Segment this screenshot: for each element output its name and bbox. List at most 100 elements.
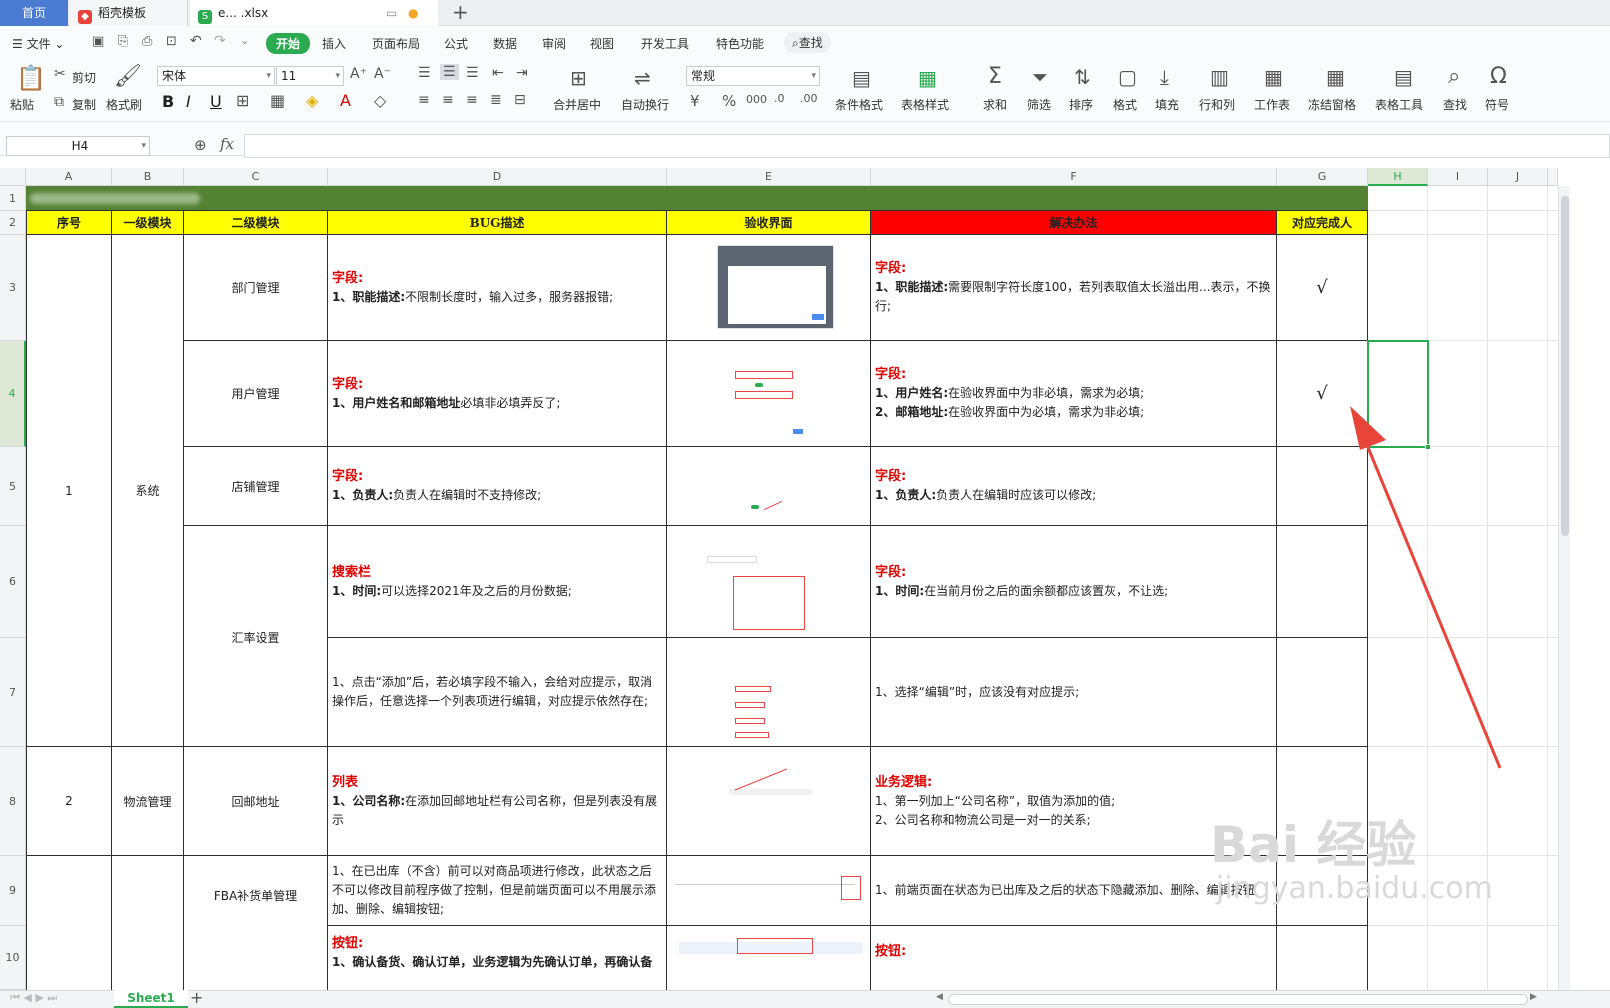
cell-f4[interactable]: 字段: 1、用户姓名:在验收界面中为非必填，需求为必填; 2、邮箱地址:在验收界… [871, 341, 1277, 447]
column-header-d[interactable]: D [328, 168, 667, 186]
sheet-tab-sheet1[interactable]: Sheet1 [114, 990, 188, 1008]
menu-start[interactable]: 开始 [266, 33, 311, 54]
cell-e7[interactable] [667, 638, 871, 747]
cell-e9[interactable] [667, 856, 871, 926]
sum-button[interactable]: 求和 [983, 96, 1007, 113]
table-tools-button[interactable]: 表格工具 [1375, 96, 1423, 113]
cell-c6[interactable]: 汇率设置 [184, 526, 328, 747]
screenshot-thumbnail[interactable] [679, 938, 863, 954]
cell-style-icon[interactable]: ▦ [270, 91, 285, 110]
new-tab-icon[interactable]: + [452, 0, 469, 24]
currency-icon[interactable]: ¥ [690, 92, 700, 110]
header-screenshot[interactable]: 验收界面 [667, 211, 871, 235]
menu-insert[interactable]: 插入 [322, 35, 346, 52]
cell-d7[interactable]: 1、点击“添加”后，若必填字段不输入，会给对应提示，取消操作后，任意选择一个列表… [328, 638, 667, 747]
tab-file[interactable]: Se... .xlsx ▭ ● [190, 0, 438, 26]
column-header-b[interactable]: B [112, 168, 184, 186]
font-size-select[interactable]: 11 ▾ [276, 66, 344, 86]
omega-symbol-icon[interactable]: Ω [1490, 64, 1507, 89]
header-owner[interactable]: 对应完成人 [1277, 211, 1368, 235]
menu-developer[interactable]: 开发工具 [641, 35, 689, 52]
cell-d6[interactable]: 搜索栏 1、时间:可以选择2021年及之后的月份数据; [328, 526, 667, 638]
cell-e10[interactable] [667, 926, 871, 990]
copy-icon[interactable]: ⧉ [54, 94, 64, 110]
row-header-4[interactable]: 4 [0, 341, 26, 447]
conditional-format-button[interactable]: 条件格式 [835, 96, 883, 113]
cell-g10[interactable] [1277, 926, 1368, 990]
tab-template[interactable]: ◆ 稻壳模板 [70, 0, 188, 26]
cell-f6[interactable]: 字段: 1、时间:在当前月份之后的面余额都应该置灰，不让选; [871, 526, 1277, 638]
row-header-6[interactable]: 6 [0, 526, 26, 638]
menu-view[interactable]: 视图 [590, 35, 614, 52]
row-header-3[interactable]: 3 [0, 235, 26, 341]
save-icon[interactable]: ▣ [92, 34, 104, 49]
menu-page-layout[interactable]: 页面布局 [372, 35, 420, 52]
add-sheet-icon[interactable]: + [190, 988, 203, 1007]
scroll-left-icon[interactable]: ◀ [936, 992, 943, 1002]
cell-d5[interactable]: 字段: 1、负责人:负责人在编辑时不支持修改; [328, 447, 667, 526]
cut-button[interactable]: 剪切 [72, 69, 96, 86]
cell-a-group2[interactable]: 2 [26, 747, 112, 856]
function-icon[interactable]: fx [220, 135, 234, 153]
font-grow-icon[interactable]: A⁺ [350, 66, 367, 82]
align-center-icon[interactable]: ≡ [442, 92, 454, 108]
font-color-icon[interactable]: A [340, 91, 351, 110]
number-format-select[interactable]: 常规 ▾ [686, 66, 820, 86]
paste-icon[interactable]: 📋 [16, 64, 46, 92]
cell-c3[interactable]: 部门管理 [184, 235, 328, 341]
column-header-g[interactable]: G [1277, 168, 1368, 186]
menu-file[interactable]: ☰ 文件 ⌄ [12, 35, 64, 52]
header-bug[interactable]: BUG描述 [328, 211, 667, 235]
cell-c8[interactable]: 回邮地址 [184, 747, 328, 856]
cell-b-group2[interactable]: 物流管理 [112, 747, 184, 856]
column-header-k[interactable] [1548, 168, 1558, 186]
cell-d9[interactable]: 1、在已出库（不含）前可以对商品项进行修改，此状态之后不可以修改目前程序做了控制… [328, 856, 667, 926]
menu-data[interactable]: 数据 [493, 35, 517, 52]
column-header-e[interactable]: E [667, 168, 871, 186]
sort-icon[interactable]: ⇅ [1074, 65, 1091, 89]
cell-b-group3[interactable] [112, 856, 184, 990]
font-name-select[interactable]: 宋体 ▾ [157, 66, 275, 86]
merge-center-button[interactable]: 合并居中 [553, 96, 601, 113]
cell-f10[interactable]: 按钮: [871, 926, 1277, 990]
row-col-button[interactable]: 行和列 [1199, 96, 1235, 113]
thousands-icon[interactable]: 000 [746, 93, 767, 106]
indent-increase-icon[interactable]: ⇥ [516, 65, 528, 81]
indent-decrease-icon[interactable]: ⇤ [492, 65, 504, 81]
column-header-i[interactable]: I [1428, 168, 1488, 186]
header-solution[interactable]: 解决办法 [871, 211, 1277, 235]
row-header-9[interactable]: 9 [0, 856, 26, 926]
row-header-2[interactable]: 2 [0, 211, 26, 235]
distribute-icon[interactable]: ⊟ [514, 92, 526, 108]
cell-g3[interactable]: √ [1277, 235, 1368, 341]
menu-review[interactable]: 审阅 [542, 35, 566, 52]
font-shrink-icon[interactable]: A⁻ [374, 66, 391, 82]
screenshot-thumbnail[interactable] [717, 245, 834, 329]
redo-icon[interactable]: ↷ [214, 33, 226, 49]
worksheet-button[interactable]: 工作表 [1254, 96, 1290, 113]
cell-c5[interactable]: 店铺管理 [184, 447, 328, 526]
row-header-1[interactable]: 1 [0, 186, 26, 211]
menu-formula[interactable]: 公式 [444, 35, 468, 52]
align-left-icon[interactable]: ≡ [418, 92, 430, 108]
cell-e8[interactable] [667, 747, 871, 856]
zoom-icon[interactable]: ⊕ [194, 136, 207, 154]
table-tools-icon[interactable]: ▤ [1394, 65, 1413, 89]
header-module-2[interactable]: 二级模块 [184, 211, 328, 235]
cell-e4[interactable] [667, 341, 871, 447]
filter-icon[interactable]: ⏷ [1032, 65, 1048, 89]
format-painter-icon[interactable]: 🖌 [114, 64, 142, 89]
fill-color-icon[interactable]: ◈ [306, 91, 318, 110]
find-button[interactable]: 查找 [1443, 96, 1467, 113]
cell-e5[interactable] [667, 447, 871, 526]
cell-d4[interactable]: 字段: 1、用户姓名和邮箱地址必填非必填弄反了; [328, 341, 667, 447]
print-icon[interactable]: ⎙ [142, 34, 152, 49]
cell-d10[interactable]: 按钮: 1、确认备货、确认订单，业务逻辑为先确认订单，再确认备 [328, 926, 667, 990]
more-icon[interactable]: ⌄ [240, 34, 249, 47]
table-style-icon[interactable]: ▦ [918, 66, 937, 90]
vertical-scrollbar[interactable] [1558, 186, 1570, 990]
preview-icon[interactable]: ⊡ [166, 34, 177, 49]
decrease-decimal-icon[interactable]: .00 [800, 92, 818, 105]
column-header-j[interactable]: J [1488, 168, 1548, 186]
scissors-icon[interactable]: ✂ [54, 66, 66, 82]
